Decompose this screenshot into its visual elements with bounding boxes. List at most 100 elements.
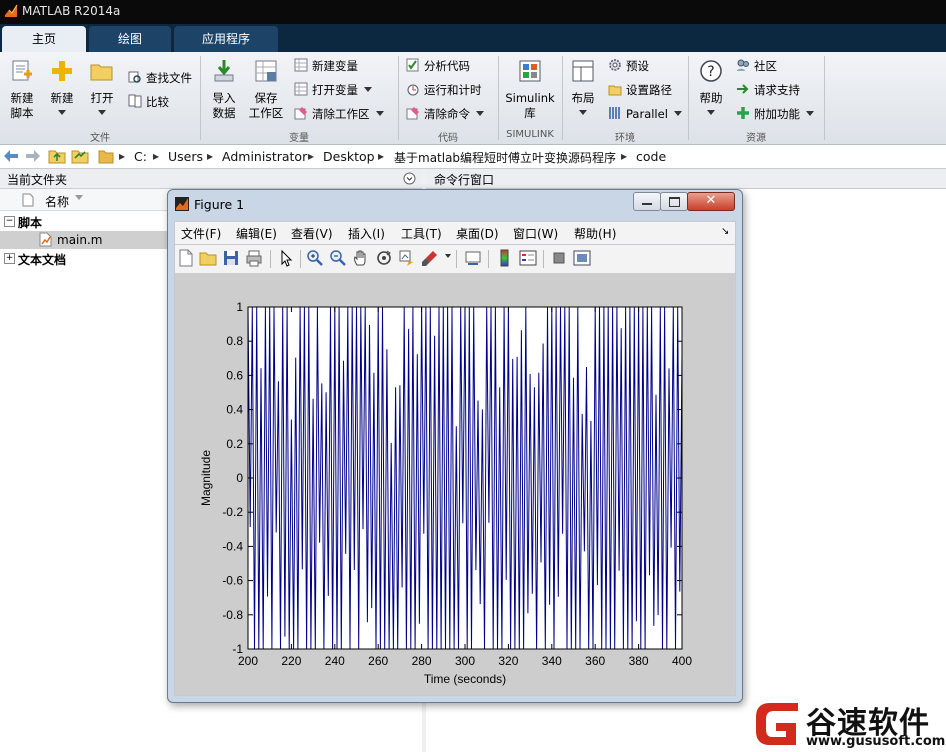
breadcrumb-project-folder[interactable]: 基于matlab编程短时傅立叶变换源码程序: [394, 149, 616, 166]
compare-button[interactable]: 比较: [128, 93, 169, 111]
group-scripts[interactable]: 脚本: [18, 214, 42, 231]
x-tick-label: 380: [629, 654, 649, 668]
clear-commands-icon: [406, 107, 419, 120]
toolbar-divider: [300, 250, 301, 268]
close-button[interactable]: ✕: [687, 192, 735, 211]
watermark-logo-icon: [756, 703, 798, 745]
tab-home[interactable]: 主页: [2, 26, 86, 52]
open-file-icon[interactable]: [199, 249, 217, 267]
maximize-icon: [668, 197, 680, 207]
menu-insert[interactable]: 插入(I): [348, 225, 385, 242]
file-main-m[interactable]: main.m: [57, 233, 103, 247]
edit-plot-cursor-icon[interactable]: [277, 249, 295, 267]
column-name[interactable]: 名称: [45, 193, 69, 210]
ribbon-divider: [824, 56, 825, 140]
show-plot-tools-icon[interactable]: [573, 249, 591, 267]
breadcrumb-drive[interactable]: C:: [134, 149, 147, 164]
figure-title: Figure 1: [194, 197, 245, 212]
ribbon-divider: [398, 56, 399, 140]
brush-icon[interactable]: [421, 249, 439, 267]
link-plot-icon[interactable]: [464, 249, 482, 267]
zoom-in-icon[interactable]: [306, 249, 324, 267]
parallel-icon: [609, 107, 620, 119]
help-button[interactable]: ? 帮助: [694, 58, 728, 121]
menu-tools[interactable]: 工具(T): [401, 225, 442, 242]
back-arrow-icon[interactable]: [3, 149, 19, 163]
breadcrumb-desktop[interactable]: Desktop: [323, 149, 375, 164]
menu-window[interactable]: 窗口(W): [513, 225, 558, 242]
menu-help[interactable]: 帮助(H): [574, 225, 616, 242]
set-path-button[interactable]: 设置路径: [608, 81, 672, 99]
breadcrumb-users[interactable]: Users: [168, 149, 203, 164]
save-icon[interactable]: [222, 249, 240, 267]
open-variable-button[interactable]: 打开变量: [294, 81, 372, 99]
expand-toggle-icon[interactable]: +: [4, 253, 15, 264]
chevron-down-icon: [707, 110, 715, 115]
menu-dock-arrow-icon[interactable]: ↘: [721, 226, 729, 237]
breadcrumb-separator: ▸: [378, 149, 385, 163]
open-variable-label: 打开变量: [312, 83, 358, 97]
zoom-out-icon[interactable]: [329, 249, 347, 267]
open-button[interactable]: 打开: [84, 58, 120, 121]
preferences-button[interactable]: 预设: [608, 57, 649, 75]
tab-apps[interactable]: 应用程序: [174, 26, 278, 52]
brush-dropdown-icon[interactable]: [445, 254, 451, 258]
set-path-icon: [608, 85, 622, 96]
chevron-down-icon: [673, 111, 682, 116]
group-text-documents[interactable]: 文本文档: [18, 251, 66, 268]
chevron-down-icon: [375, 111, 384, 116]
mfile-icon: [39, 232, 52, 247]
menu-edit[interactable]: 编辑(E): [236, 225, 277, 242]
breadcrumb-code[interactable]: code: [636, 149, 666, 164]
rotate-3d-icon[interactable]: [375, 249, 393, 267]
find-files-label: 查找文件: [146, 71, 192, 85]
import-data-button[interactable]: 导入 数据: [206, 58, 242, 121]
save-workspace-button[interactable]: 保存 工作区: [246, 58, 286, 121]
community-button[interactable]: 社区: [736, 57, 777, 75]
analyze-code-button[interactable]: 分析代码: [406, 57, 470, 75]
pan-hand-icon[interactable]: [352, 249, 370, 267]
new-button[interactable]: 新建: [44, 58, 80, 121]
print-icon[interactable]: [245, 249, 263, 267]
parallel-button[interactable]: Parallel: [608, 105, 682, 123]
tab-plots[interactable]: 绘图: [89, 26, 171, 52]
legend-icon[interactable]: [519, 249, 537, 267]
addons-plus-icon: [737, 107, 749, 119]
run-and-time-button[interactable]: 运行和计时: [406, 81, 482, 99]
menu-desktop[interactable]: 桌面(D): [456, 225, 499, 242]
watermark-url: www.gususoft.com: [806, 734, 946, 749]
clear-commands-button[interactable]: 清除命令: [406, 105, 484, 123]
colorbar-icon[interactable]: [496, 249, 514, 267]
y-tick-label: -0.6: [222, 574, 243, 588]
new-figure-icon[interactable]: [177, 249, 195, 267]
hide-plot-tools-icon[interactable]: [550, 249, 568, 267]
request-support-button[interactable]: 请求支持: [736, 81, 800, 99]
breadcrumb-administrator[interactable]: Administrator: [222, 149, 307, 164]
clear-workspace-button[interactable]: 清除工作区: [294, 105, 384, 123]
forward-arrow-icon[interactable]: [25, 149, 41, 163]
y-tick-label: 0: [236, 471, 243, 485]
addons-button[interactable]: 附加功能: [736, 105, 814, 123]
new-script-button[interactable]: 新建 脚本: [4, 58, 40, 121]
collapse-toggle-icon[interactable]: −: [4, 216, 15, 227]
y-tick-label: 1: [236, 300, 243, 314]
ribbon-divider: [498, 56, 499, 140]
new-variable-button[interactable]: 新建变量: [294, 57, 358, 75]
find-files-button[interactable]: 查找文件: [128, 69, 192, 87]
menu-view[interactable]: 查看(V): [291, 225, 333, 242]
maximize-button[interactable]: [660, 192, 688, 211]
minimize-button[interactable]: [633, 192, 661, 211]
signal-plot[interactable]: 200 220 240 260 280 300 320 340 360 380 400 -1 -0.8 -…: [174, 273, 734, 695]
menu-file[interactable]: 文件(F): [181, 225, 221, 242]
up-folder-icon[interactable]: [48, 148, 66, 164]
browse-folder-icon[interactable]: [71, 148, 89, 164]
data-cursor-icon[interactable]: [398, 249, 416, 267]
y-tick-label: -0.2: [222, 505, 243, 519]
x-tick-label: 340: [542, 654, 562, 668]
ribbon-divider: [200, 56, 201, 140]
panel-menu-chevron-icon[interactable]: [403, 172, 416, 185]
layout-button[interactable]: 布局: [566, 58, 600, 121]
find-files-icon: [128, 71, 141, 83]
simulink-library-button[interactable]: Simulink 库: [504, 58, 556, 121]
x-tick-label: 360: [585, 654, 605, 668]
